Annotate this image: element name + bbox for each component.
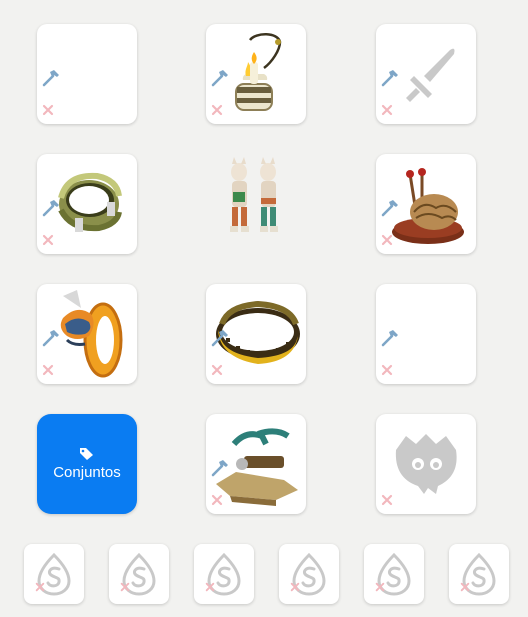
dofus-slot[interactable] (279, 544, 339, 604)
hammer-icon[interactable] (41, 68, 61, 88)
remove-icon[interactable] (381, 104, 393, 116)
dofus-placeholder-icon (462, 553, 496, 596)
hammer-icon[interactable] (210, 458, 230, 478)
weapon-slot[interactable] (37, 24, 137, 124)
dofus-placeholder-icon (377, 553, 411, 596)
amulet-slot[interactable] (206, 24, 306, 124)
pet-slot[interactable] (376, 414, 476, 514)
remove-icon[interactable] (381, 494, 393, 506)
remove-icon[interactable] (42, 234, 54, 246)
dofus-placeholder-icon (122, 553, 156, 596)
hat-slot[interactable] (376, 154, 476, 254)
remove-icon[interactable] (205, 582, 215, 592)
hammer-icon[interactable] (380, 328, 400, 348)
dofus-slot[interactable] (194, 544, 254, 604)
remove-icon[interactable] (42, 364, 54, 376)
tags-icon (80, 448, 93, 460)
remove-icon[interactable] (375, 582, 385, 592)
ring-right-slot[interactable] (37, 284, 137, 384)
remove-icon[interactable] (211, 494, 223, 506)
ring-left-slot[interactable] (37, 154, 137, 254)
shield-slot[interactable] (376, 24, 476, 124)
dofus-placeholder-icon (37, 553, 71, 596)
hammer-icon[interactable] (210, 68, 230, 88)
remove-icon[interactable] (290, 582, 300, 592)
cape-slot[interactable] (376, 284, 476, 384)
sets-button-label: Conjuntos (53, 464, 121, 481)
remove-icon[interactable] (211, 104, 223, 116)
dofus-placeholder-icon (292, 553, 326, 596)
boots-slot[interactable] (206, 414, 306, 514)
hammer-icon[interactable] (380, 68, 400, 88)
character-icon (230, 157, 278, 232)
belt-slot[interactable] (206, 284, 306, 384)
hammer-icon[interactable] (41, 328, 61, 348)
hammer-icon[interactable] (41, 198, 61, 218)
dofus-slot[interactable] (24, 544, 84, 604)
remove-icon[interactable] (211, 364, 223, 376)
remove-icon[interactable] (381, 364, 393, 376)
sets-button[interactable]: Conjuntos (37, 414, 137, 514)
hammer-icon[interactable] (380, 198, 400, 218)
remove-icon[interactable] (42, 104, 54, 116)
hammer-icon[interactable] (210, 328, 230, 348)
dofus-slot[interactable] (449, 544, 509, 604)
remove-icon[interactable] (35, 582, 45, 592)
dofus-slot[interactable] (109, 544, 169, 604)
remove-icon[interactable] (460, 582, 470, 592)
remove-icon[interactable] (381, 234, 393, 246)
remove-icon[interactable] (120, 582, 130, 592)
dofus-slot[interactable] (364, 544, 424, 604)
character-preview (206, 154, 306, 254)
dofus-placeholder-icon (207, 553, 241, 596)
